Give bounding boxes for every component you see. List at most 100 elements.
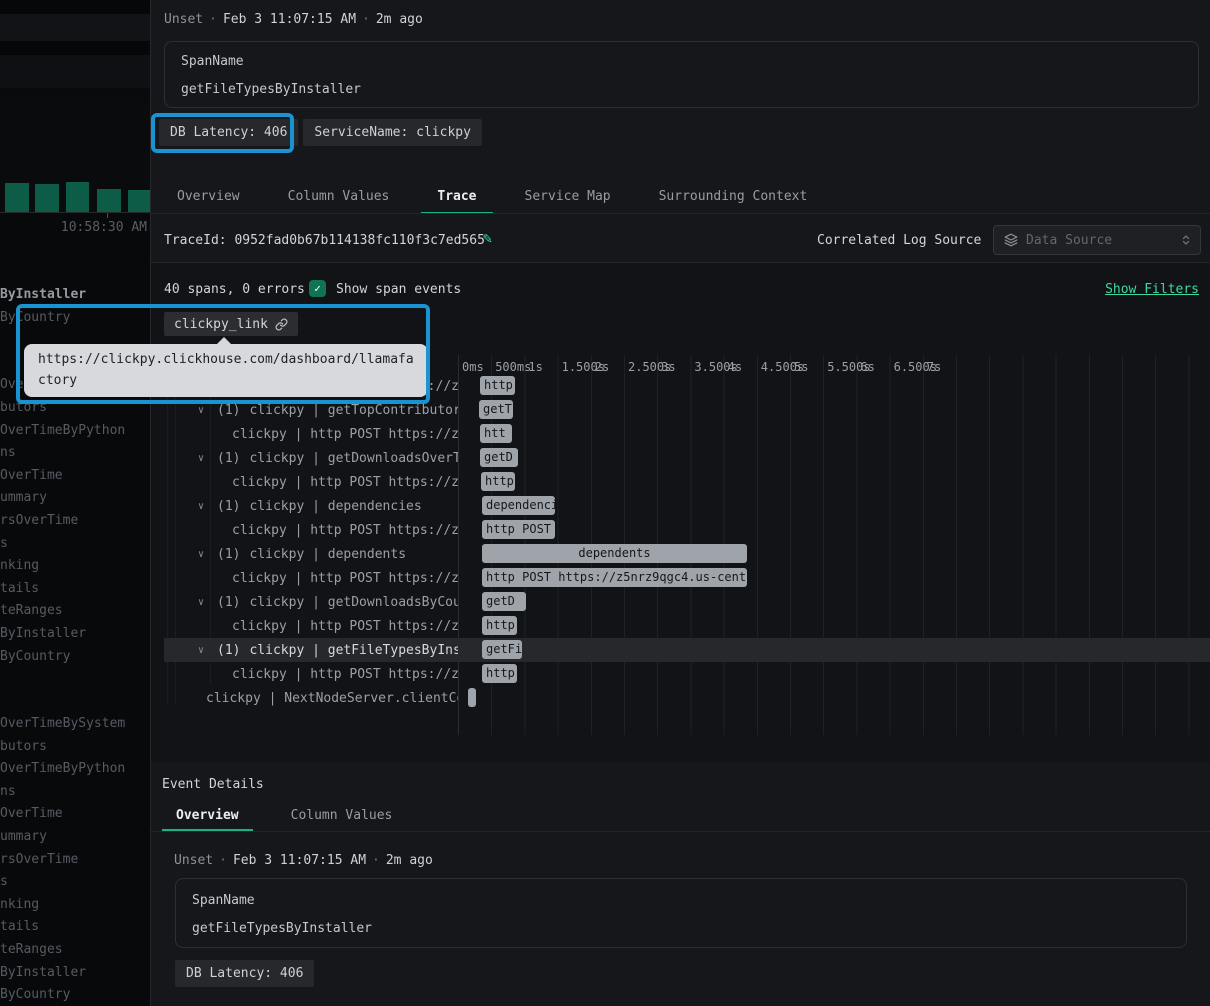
time-axis-tick: 3s — [661, 360, 675, 374]
span-duration-bar[interactable]: http — [481, 472, 515, 491]
trace-span-row[interactable]: ∨(1)clickpy | dependenciesdependenci — [151, 494, 1210, 518]
trace-span-row[interactable]: clickpy | NextNodeServer.clientCompone — [151, 686, 1210, 710]
trace-span-row[interactable]: clickpy | http POST https://z5nrzhttp PO… — [151, 566, 1210, 590]
chevron-updown-icon — [1180, 233, 1192, 247]
sidebar-item[interactable]: ByCountry — [0, 307, 150, 330]
span-name-text: clickpy | dependents — [249, 547, 406, 562]
span-row-label: clickpy | http POST https://z5nrz — [151, 470, 458, 494]
chevron-down-icon[interactable]: ∨ — [198, 645, 210, 656]
span-duration-bar[interactable]: getFi — [482, 640, 522, 659]
trace-span-row[interactable]: clickpy | http POST https://z5nrz http — [151, 614, 1210, 638]
trace-span-row[interactable]: clickpy | http POST https://z5nrz http — [151, 662, 1210, 686]
span-name-text: clickpy | http POST https://z5nrz — [232, 619, 458, 634]
correlated-log-source-label: Correlated Log Source — [817, 233, 981, 248]
trace-span-row[interactable]: ∨(1)clickpy | getTopContributors getT — [151, 398, 1210, 422]
meta-dot: · — [203, 12, 223, 27]
sidebar-item-list-top: ByInstallerByCountryOvebutorsOverTimeByP… — [0, 284, 150, 668]
sidebar-item[interactable]: ByInstaller — [0, 284, 150, 307]
span-row-label: clickpy | NextNodeServer.clientCompone — [151, 686, 458, 710]
tab-column-values[interactable]: Column Values — [277, 801, 407, 831]
span-duration-bar[interactable]: getD — [482, 592, 526, 611]
tab-column-values[interactable]: Column Values — [272, 180, 406, 214]
severity-text: Unset — [174, 853, 213, 868]
span-duration-bar[interactable]: htt — [480, 424, 512, 443]
mini-chart-bar — [128, 190, 150, 212]
chevron-down-icon[interactable]: ∨ — [198, 453, 210, 464]
sidebar-item[interactable]: teRanges — [0, 600, 150, 623]
trace-span-row[interactable]: ∨(1)clickpy | getDownloadsByCountry getD — [151, 590, 1210, 614]
span-duration-bar[interactable]: http POST — [482, 520, 555, 539]
tab-surrounding-context[interactable]: Surrounding Context — [643, 180, 824, 214]
trace-span-row[interactable]: clickpy | http POST https://z5nrz http — [151, 470, 1210, 494]
sidebar-item[interactable]: tails — [0, 916, 150, 939]
trace-span-row[interactable]: ∨(1)clickpy | getDownloadsOverTimeBySget… — [151, 446, 1210, 470]
tab-service-map[interactable]: Service Map — [509, 180, 627, 214]
sidebar-band — [0, 55, 150, 88]
span-duration-bar[interactable]: getT — [479, 400, 513, 419]
trace-span-row[interactable]: clickpy | http POST https://z5nrz htt — [151, 422, 1210, 446]
data-source-select[interactable]: Data Source — [993, 225, 1201, 255]
tab-overview[interactable]: Overview — [161, 180, 256, 214]
attribute-badge-row: DB Latency: 406ServiceName: clickpy — [159, 119, 482, 146]
mini-chart-bar — [5, 183, 29, 212]
sidebar-item[interactable]: ByInstaller — [0, 623, 150, 646]
tab-trace[interactable]: Trace — [421, 180, 492, 214]
span-duration-bar[interactable]: http POST https://z5nrz9qgc4.us-central — [482, 568, 747, 587]
timestamp-text: Feb 3 11:07:15 AM — [233, 853, 366, 868]
trace-span-row[interactable]: ∨(1)clickpy | dependentsdependents — [151, 542, 1210, 566]
span-duration-bar[interactable]: dependents — [482, 544, 747, 563]
span-name-text: clickpy | http POST https://z5nrz — [232, 427, 458, 442]
show-span-events-checkbox[interactable]: ✓ — [309, 280, 326, 297]
trace-span-row[interactable]: clickpy | http POST https://z5nrzhttp PO… — [151, 518, 1210, 542]
edit-pencil-icon[interactable]: ✎ — [483, 229, 492, 247]
sidebar-item[interactable]: OverTime — [0, 465, 150, 488]
meta-dot: · — [356, 12, 376, 27]
span-row-label: ∨(1)clickpy | getDownloadsByCountry — [151, 590, 458, 614]
chevron-down-icon[interactable]: ∨ — [198, 501, 210, 512]
sidebar-item[interactable]: OverTimeBySystem — [0, 713, 150, 736]
sidebar-item[interactable]: OverTimeByPython — [0, 758, 150, 781]
sidebar-item[interactable]: butors — [0, 397, 150, 420]
span-name-card: SpanName getFileTypesByInstaller — [164, 41, 1199, 108]
time-axis-tick: 1s — [528, 360, 542, 374]
tab-overview[interactable]: Overview — [162, 801, 253, 831]
show-filters-link[interactable]: Show Filters — [1105, 282, 1199, 297]
sidebar-item[interactable]: rsOverTime — [0, 510, 150, 533]
sidebar-item[interactable]: tails — [0, 578, 150, 601]
mini-chart-bar — [97, 189, 121, 212]
span-duration-bar[interactable]: http — [482, 664, 517, 683]
sidebar-item[interactable]: ByCountry — [0, 984, 150, 1006]
sidebar-item[interactable]: ns — [0, 781, 150, 804]
span-name-text: clickpy | getTopContributors — [249, 403, 458, 418]
sidebar-item[interactable]: nking — [0, 894, 150, 917]
sidebar-item[interactable]: ummary — [0, 826, 150, 849]
span-duration-bar[interactable] — [468, 688, 476, 707]
span-duration-bar[interactable]: dependenci — [482, 496, 555, 515]
span-row-label: ∨(1)clickpy | getTopContributors — [151, 398, 458, 422]
span-duration-bar[interactable]: http — [482, 616, 517, 635]
sidebar-item[interactable]: rsOverTime — [0, 849, 150, 872]
sidebar-item[interactable]: ns — [0, 442, 150, 465]
severity-text: Unset — [164, 12, 203, 27]
sidebar-item[interactable]: OverTime — [0, 803, 150, 826]
chevron-down-icon[interactable]: ∨ — [198, 597, 210, 608]
sidebar-item[interactable]: nking — [0, 555, 150, 578]
span-duration-bar[interactable]: getD — [480, 448, 518, 467]
sidebar-item[interactable]: s — [0, 533, 150, 556]
sidebar-item[interactable]: butors — [0, 736, 150, 759]
sidebar-item[interactable]: ByInstaller — [0, 962, 150, 985]
span-row-label: clickpy | http POST https://z5nrz — [151, 662, 458, 686]
event-details-meta-line: Unset·Feb 3 11:07:15 AM·2m ago — [174, 853, 433, 868]
sidebar-item[interactable]: s — [0, 871, 150, 894]
span-name-text: clickpy | dependencies — [249, 499, 421, 514]
sidebar-item[interactable]: OverTimeByPython — [0, 420, 150, 443]
sidebar-item[interactable]: ByCountry — [0, 646, 150, 669]
chevron-down-icon[interactable]: ∨ — [198, 405, 210, 416]
clickpy-link-chip[interactable]: clickpy_link — [164, 312, 298, 336]
trace-span-row[interactable]: ∨(1)clickpy | getFileTypesByInstallerget… — [151, 638, 1210, 662]
sidebar-item[interactable]: ummary — [0, 487, 150, 510]
span-name-text: clickpy | getDownloadsOverTimeByS — [249, 451, 458, 466]
sidebar-item[interactable]: teRanges — [0, 939, 150, 962]
span-duration-bar[interactable]: http — [480, 376, 515, 395]
chevron-down-icon[interactable]: ∨ — [198, 549, 210, 560]
